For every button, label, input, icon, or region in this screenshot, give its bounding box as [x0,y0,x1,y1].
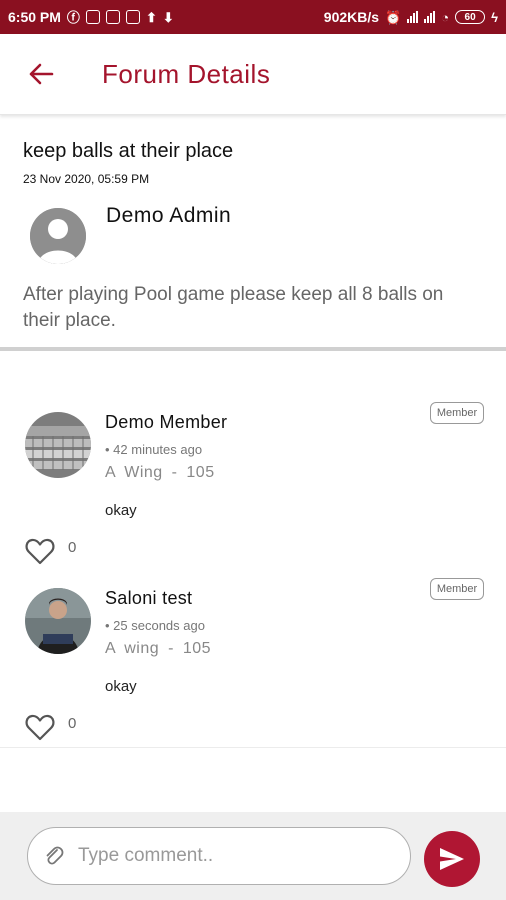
page-title: Forum Details [102,58,271,89]
post-author: Demo Admin [106,204,232,227]
like-button[interactable] [25,537,55,565]
battery-level: 60 [464,11,476,23]
divider [0,347,506,351]
post-title: keep balls at their place [23,140,234,162]
divider [0,747,506,748]
like-button[interactable] [25,713,55,741]
avatar [25,588,91,654]
notification-icon [85,10,100,24]
battery-icon: 60 [455,10,486,24]
attach-button[interactable] [34,836,74,876]
network-speed: 902KB/s [323,9,380,25]
comment-time-text: 25 seconds ago [113,618,205,633]
post-body: After playing Pool game please keep all … [23,284,444,331]
comment-input[interactable] [76,844,380,868]
comment-time: • 42 minutes ago [105,442,203,457]
back-button[interactable] [16,49,66,99]
comment-time-text: 42 minutes ago [113,442,203,457]
alarm-icon: ⏰ [385,9,402,25]
heart-outline-icon [25,714,55,741]
upload-icon: ⬆ [145,9,157,25]
comment-box [27,827,411,885]
app-bar: Forum Details [0,34,506,115]
signal-icon [407,11,419,23]
forum-post: keep balls at their place 23 Nov 2020, 0… [0,118,506,348]
keyboard-photo-icon [25,412,91,478]
comment-text: okay [105,502,137,519]
comment-location: A Wing - 105 [105,464,215,481]
member-badge: Member [430,578,484,600]
user-placeholder-icon [30,208,86,264]
send-icon [440,848,464,870]
paperclip-icon [46,846,64,865]
facebook-icon: ⓕ [66,9,80,25]
comment-time: • 25 seconds ago [105,618,205,633]
wifi-icon: ◔ [441,9,450,25]
avatar [25,412,91,478]
avatar [30,208,86,264]
comment-item: Demo Member • 42 minutes ago A Wing - 10… [0,402,506,582]
notification-icon [105,10,120,24]
like-count: 0 [68,715,77,732]
signal-icon [424,11,436,23]
comment-location: A wing - 105 [105,640,212,657]
charging-icon: ϟ [491,9,498,25]
arrow-left-icon [29,63,54,85]
comment-author: Demo Member [105,412,228,432]
like-count: 0 [68,539,77,556]
person-photo-icon [25,588,91,654]
status-time: 6:50 PM [8,9,61,25]
post-date: 23 Nov 2020, 05:59 PM [23,172,150,186]
comment-author: Saloni test [105,588,193,608]
status-bar: 6:50 PM ⓕ ⬆ ⬇ 902KB/s ⏰ ◔ 60 ϟ [0,0,506,34]
send-button[interactable] [424,831,480,887]
member-badge: Member [430,402,484,424]
comment-text: okay [105,678,137,695]
comment-item: Saloni test • 25 seconds ago A wing - 10… [0,578,506,758]
heart-outline-icon [25,538,55,565]
comment-composer [0,812,506,900]
notification-icon [125,10,140,24]
download-icon: ⬇ [162,9,174,25]
